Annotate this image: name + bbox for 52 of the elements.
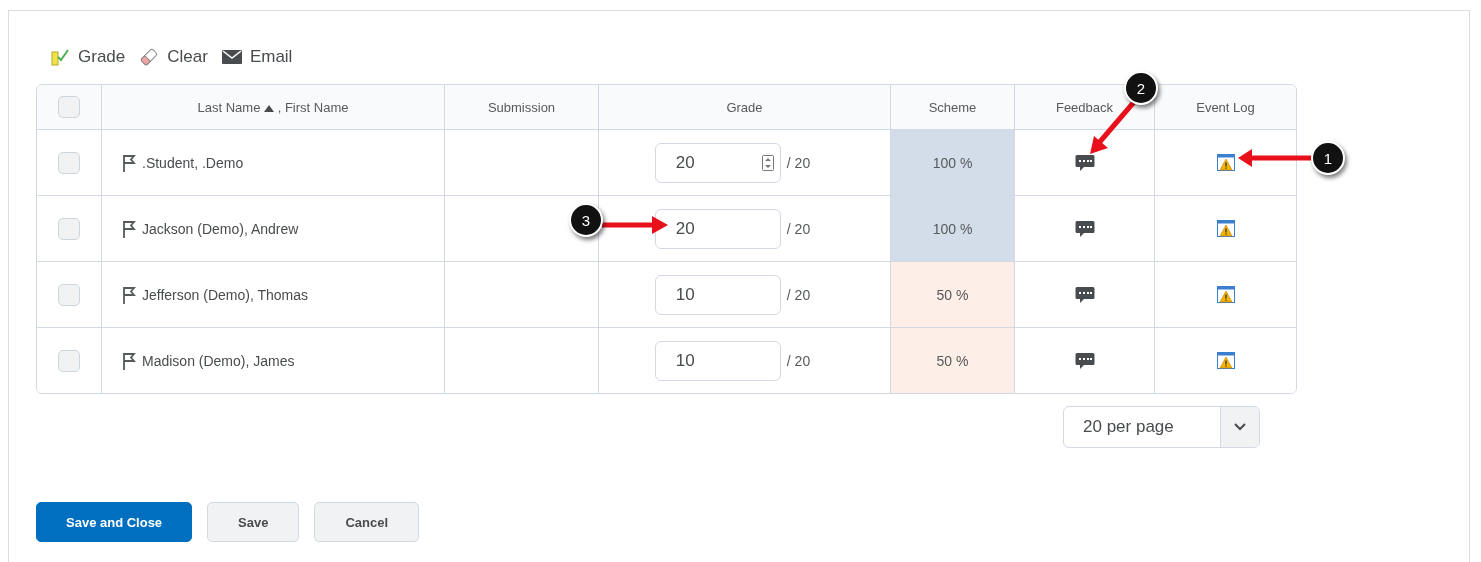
column-header[interactable]: Last Name , First Name xyxy=(197,99,349,115)
student-name: Jefferson (Demo), Thomas xyxy=(142,286,308,303)
email-button[interactable]: Email xyxy=(221,47,293,67)
grade-button[interactable]: Grade xyxy=(50,47,126,67)
flag-icon[interactable] xyxy=(122,285,136,304)
scheme-cell: 50 % xyxy=(890,262,1014,327)
column-header: Grade xyxy=(726,99,763,115)
grade-total: / 20 xyxy=(786,286,811,303)
warning-window-icon[interactable] xyxy=(1216,154,1235,171)
column-header: Submission xyxy=(487,99,556,115)
comment-icon[interactable] xyxy=(1074,153,1095,172)
callout-number: 1 xyxy=(1311,141,1345,175)
row-checkbox[interactable] xyxy=(58,217,80,240)
callout-number: 2 xyxy=(1124,71,1158,105)
student-name: Jackson (Demo), Andrew xyxy=(142,220,299,237)
comment-icon[interactable] xyxy=(1074,351,1095,370)
comment-icon[interactable] xyxy=(1074,219,1095,238)
grade-field[interactable]: 10 xyxy=(654,274,781,315)
grade-field[interactable]: 10 xyxy=(654,340,781,381)
grade-field[interactable]: 20 xyxy=(654,142,781,183)
column-header: Scheme xyxy=(928,99,977,115)
warning-window-icon[interactable] xyxy=(1216,286,1235,303)
clear-button[interactable]: Clear xyxy=(139,47,208,67)
scheme-cell: 50 % xyxy=(890,328,1014,393)
per-page-select[interactable]: 20 per page xyxy=(1063,406,1260,448)
column-header: Event Log xyxy=(1196,99,1255,115)
flag-icon[interactable] xyxy=(122,153,136,172)
grade-total: / 20 xyxy=(786,154,811,171)
comment-icon[interactable] xyxy=(1074,285,1095,304)
secondary-button[interactable]: Save xyxy=(207,502,300,542)
column-header: Feedback xyxy=(1055,99,1114,115)
chevron-down-icon xyxy=(1234,423,1246,431)
warning-window-icon[interactable] xyxy=(1216,220,1235,237)
flag-icon[interactable] xyxy=(122,219,136,238)
row-checkbox[interactable] xyxy=(58,283,80,306)
row-checkbox[interactable] xyxy=(58,349,80,372)
grade-total: / 20 xyxy=(786,220,811,237)
secondary-button[interactable]: Cancel xyxy=(314,502,420,542)
warning-window-icon[interactable] xyxy=(1216,352,1235,369)
grade-total: / 20 xyxy=(786,352,811,369)
envelope-icon xyxy=(221,49,242,65)
callout-arrow xyxy=(600,213,670,237)
flag-icon[interactable] xyxy=(122,351,136,370)
row-checkbox[interactable] xyxy=(58,151,80,174)
student-name: .Student, .Demo xyxy=(142,154,244,171)
scheme-cell: 100 % xyxy=(890,130,1014,195)
scheme-cell: 100 % xyxy=(890,196,1014,261)
primary-button[interactable]: Save and Close xyxy=(36,502,193,542)
spinner-icon xyxy=(761,154,774,171)
ruler-check-icon xyxy=(50,47,70,67)
student-name: Madison (Demo), James xyxy=(142,352,295,369)
select-all-checkbox[interactable] xyxy=(58,96,80,118)
